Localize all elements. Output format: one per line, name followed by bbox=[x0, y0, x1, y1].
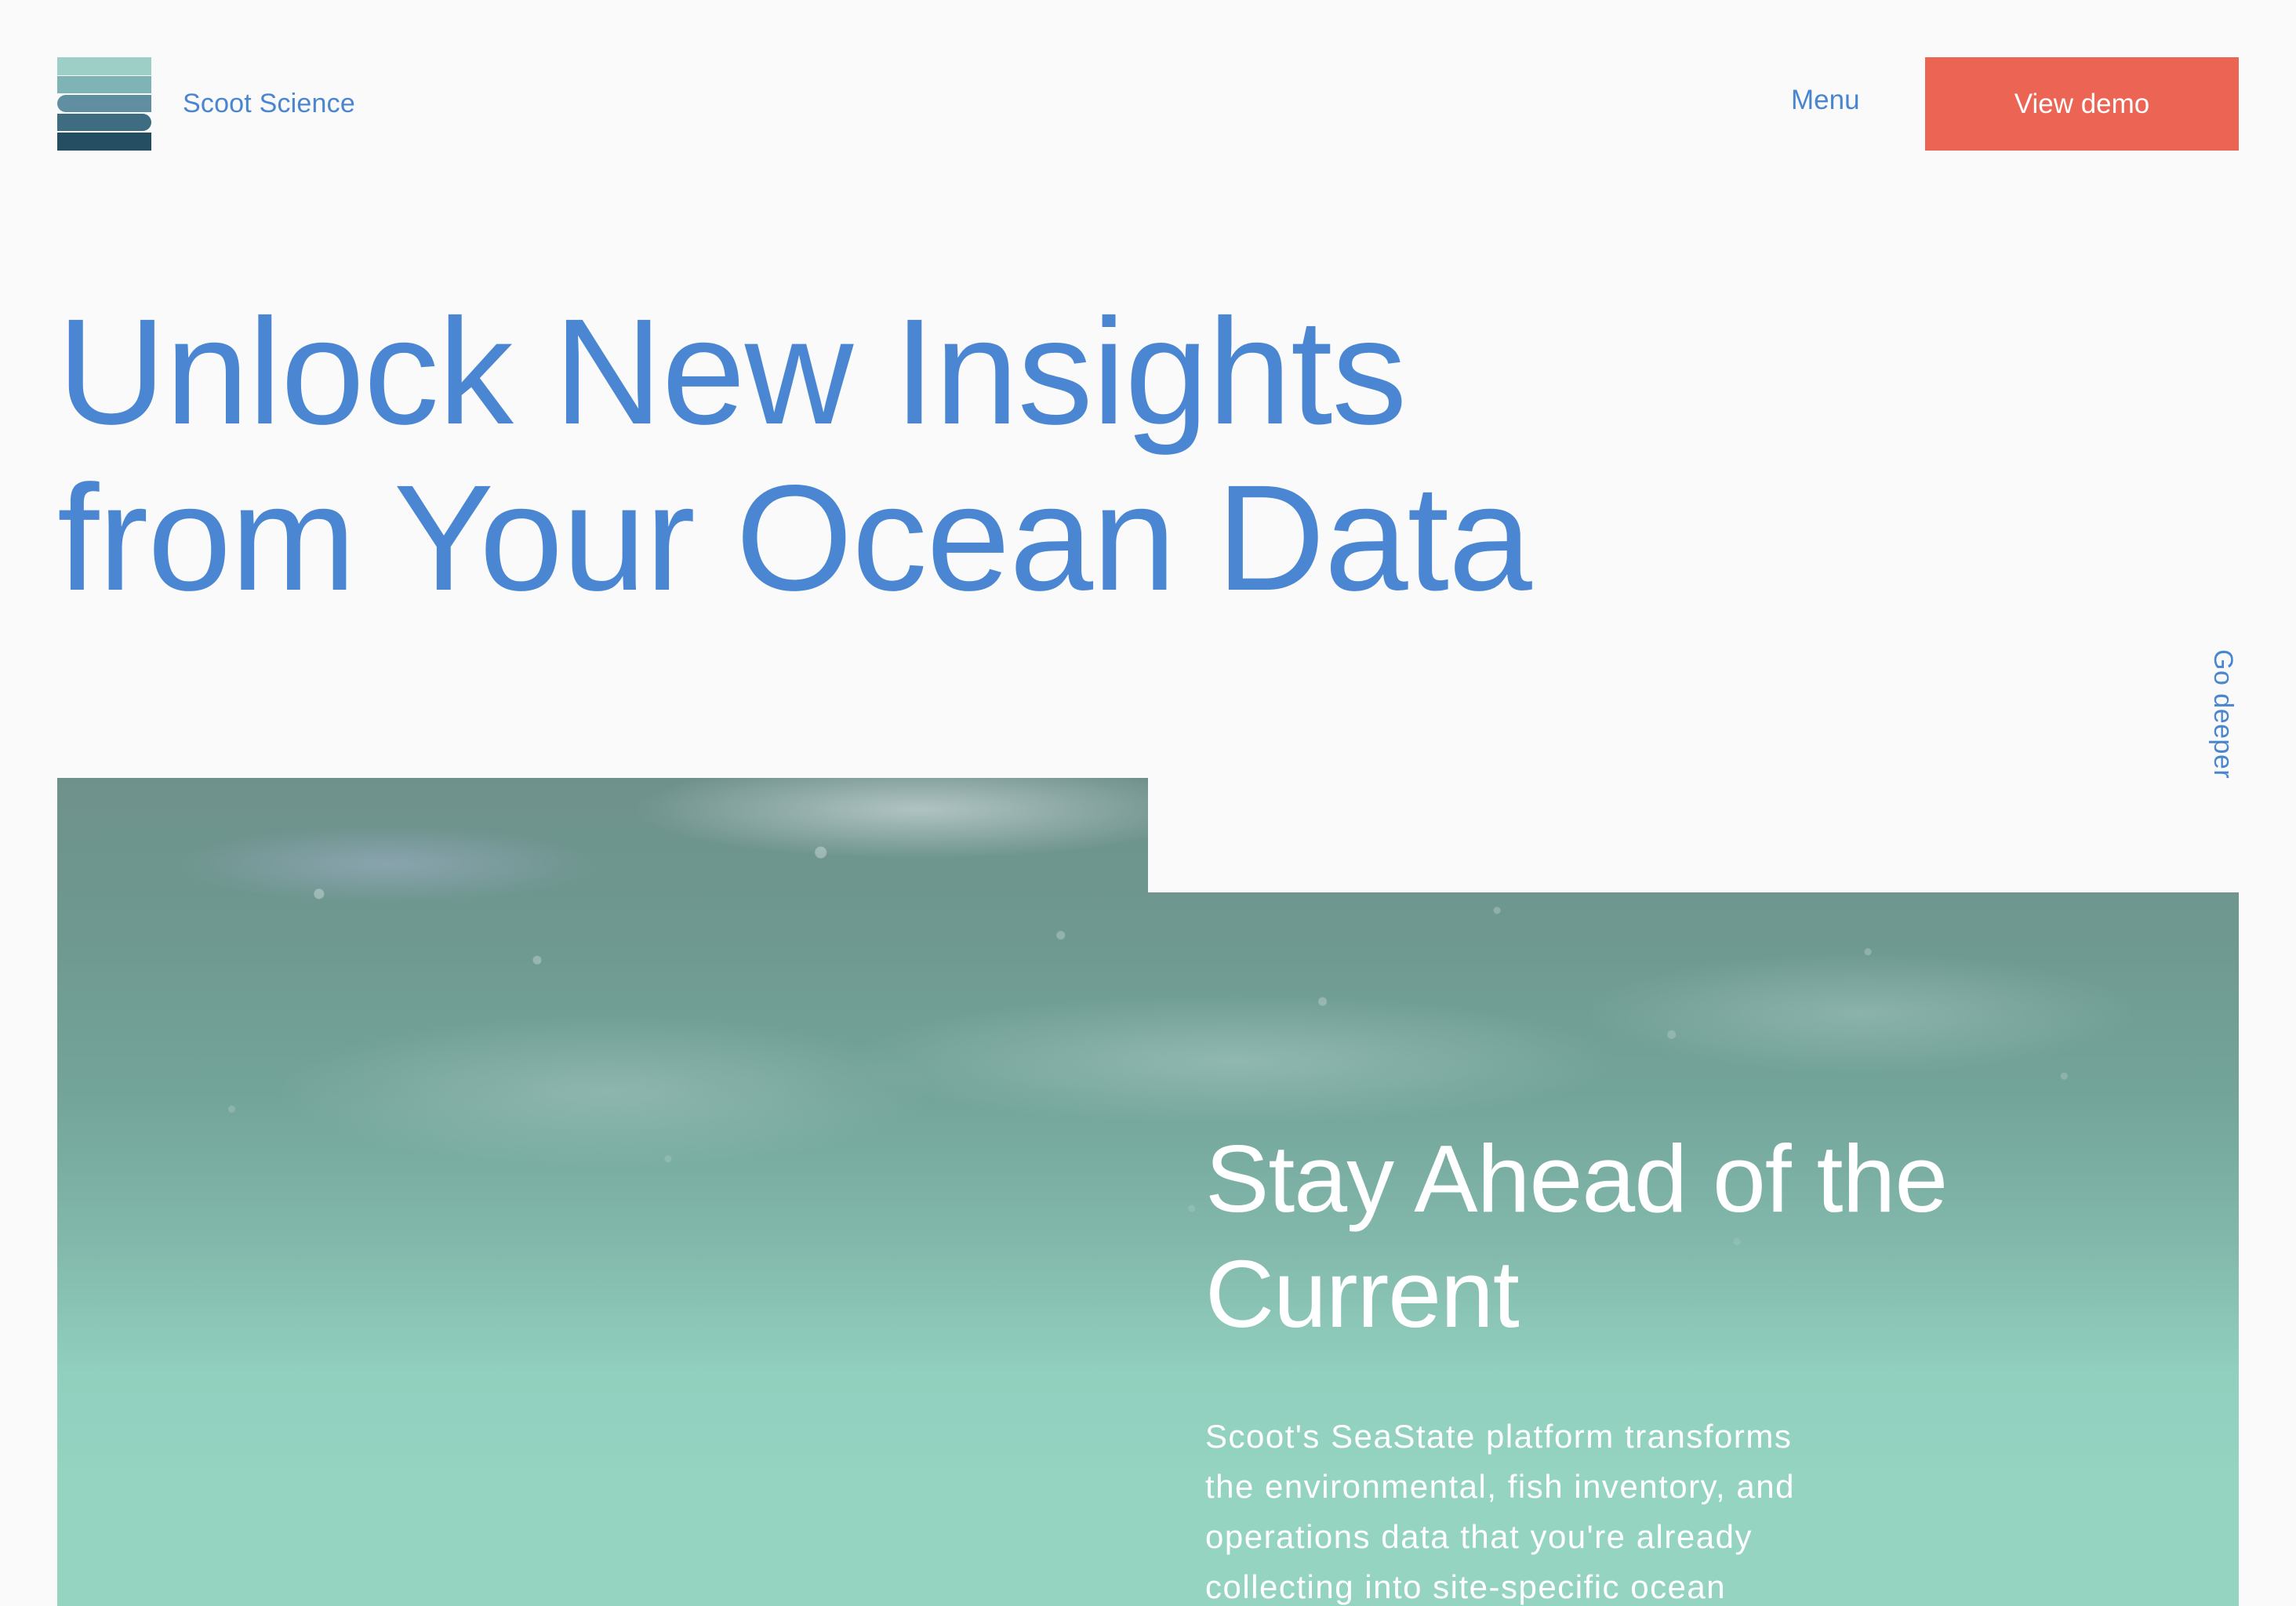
go-deeper-link[interactable]: Go deeper bbox=[2207, 649, 2238, 779]
feature-body-text: Scoot's SeaState platform transforms the… bbox=[1205, 1418, 1795, 1605]
hero-title-line-2: from Your Ocean Data bbox=[57, 453, 1532, 622]
logo-layer-1 bbox=[57, 57, 151, 75]
home-logo-link[interactable]: Scoot Science bbox=[57, 57, 355, 151]
menu-button[interactable]: Menu bbox=[1791, 85, 1860, 116]
feature-title: Stay Ahead of the Current bbox=[1205, 1121, 2107, 1352]
logo-layer-5 bbox=[57, 133, 151, 151]
stacked-layers-logo-icon bbox=[57, 57, 151, 151]
hero-title: Unlock New Insights from Your Ocean Data bbox=[57, 289, 1704, 621]
logo-layer-3 bbox=[57, 95, 151, 112]
logo-layer-2 bbox=[57, 76, 151, 93]
feature-title-line-1: Stay Ahead of the bbox=[1205, 1125, 1948, 1232]
feature-section: Stay Ahead of the Current Scoot's SeaSta… bbox=[1205, 1121, 2107, 1606]
feature-title-line-2: Current bbox=[1205, 1241, 1520, 1347]
brand-name: Scoot Science bbox=[183, 89, 355, 118]
view-demo-button[interactable]: View demo bbox=[1925, 57, 2239, 151]
hero-title-line-1: Unlock New Insights bbox=[57, 287, 1407, 456]
page: Scoot Science Menu View demo Unlock New … bbox=[0, 0, 2296, 1606]
logo-layer-4 bbox=[57, 114, 151, 131]
